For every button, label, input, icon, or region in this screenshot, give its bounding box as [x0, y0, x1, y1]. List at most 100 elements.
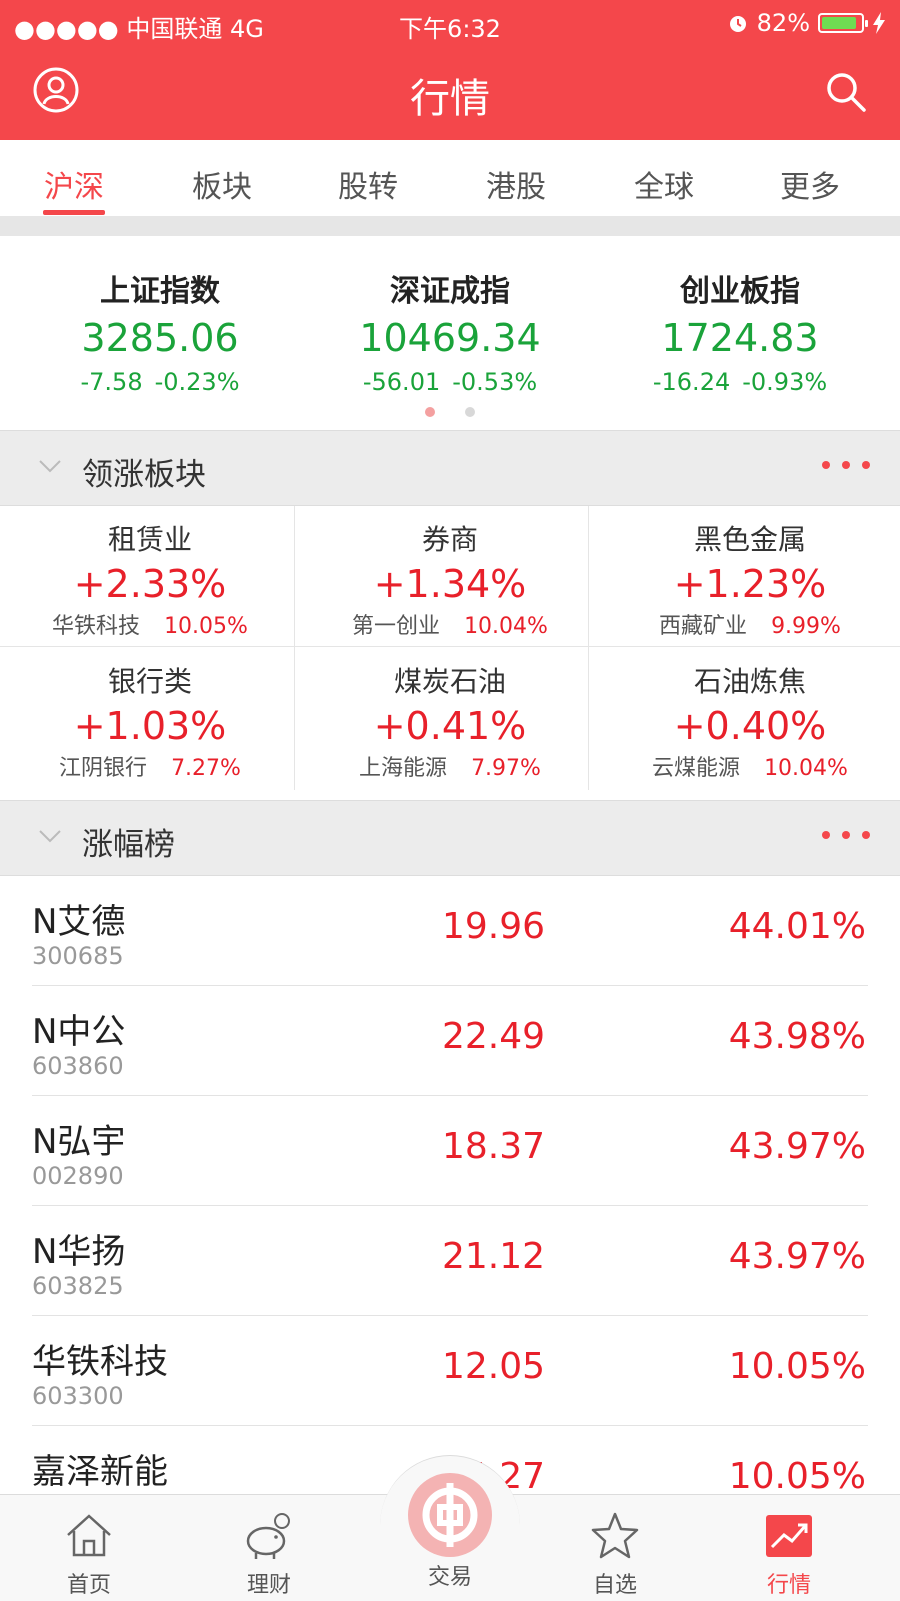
- grid-divider: [0, 646, 900, 647]
- section-leading-sectors[interactable]: 领涨板块: [0, 430, 900, 506]
- sector-leader: 华铁科技 10.05%: [52, 614, 248, 639]
- chevron-down-icon: [39, 830, 61, 843]
- sector-card[interactable]: 黑色金属 +1.23% 西藏矿业 9.99%: [600, 506, 900, 646]
- index-card-sz[interactable]: 深证成指 10469.34 -56.01 -0.53%: [300, 266, 600, 396]
- stock-row[interactable]: N弘宇 002890 18.37 43.97%: [0, 1096, 900, 1206]
- stock-change: 44.01%: [728, 906, 866, 947]
- stock-price: 22.49: [441, 1016, 545, 1057]
- index-carousel[interactable]: 上证指数 3285.06 -7.58 -0.23% 深证成指 10469.34 -…: [0, 236, 900, 430]
- stock-code: 300685: [32, 942, 124, 970]
- stock-code: 002890: [32, 1162, 124, 1190]
- sector-change: +1.03%: [73, 704, 227, 748]
- sector-grid: 租赁业 +2.33% 华铁科技 10.05% 券商 +1.34% 第一创业 10.0…: [0, 506, 900, 798]
- tab-sectors[interactable]: 板块: [162, 162, 282, 206]
- stock-code: 603300: [32, 1382, 124, 1410]
- stock-price: 18.37: [441, 1126, 545, 1167]
- tab-hushen[interactable]: 沪深: [14, 162, 134, 206]
- nav-label: 首页: [66, 1573, 111, 1598]
- sector-change: +0.40%: [673, 704, 827, 748]
- tab-more[interactable]: 更多: [750, 162, 870, 206]
- sector-leader: 第一创业 10.04%: [352, 614, 548, 639]
- index-name: 上证指数: [100, 274, 220, 309]
- piggy-bank-icon: [246, 1513, 290, 1559]
- index-change: -56.01 -0.53%: [362, 368, 538, 396]
- tab-hk[interactable]: 港股: [456, 162, 576, 206]
- sector-change: +2.33%: [73, 562, 227, 606]
- stock-change: 10.05%: [728, 1346, 866, 1387]
- index-card-sh[interactable]: 上证指数 3285.06 -7.58 -0.23%: [10, 266, 310, 396]
- sector-change: +0.41%: [373, 704, 527, 748]
- trend-chart-icon: [766, 1515, 812, 1557]
- more-icon[interactable]: [822, 831, 870, 839]
- stock-change: 10.05%: [728, 1456, 866, 1496]
- star-icon: [591, 1512, 639, 1559]
- sector-card[interactable]: 石油炼焦 +0.40% 云煤能源 10.04%: [600, 648, 900, 788]
- index-card-cyb[interactable]: 创业板指 1724.83 -16.24 -0.93%: [590, 266, 890, 396]
- page-dot: [464, 407, 475, 417]
- index-change: -7.58 -0.23%: [80, 368, 240, 396]
- sector-card[interactable]: 券商 +1.34% 第一创业 10.04%: [300, 506, 600, 646]
- sector-card[interactable]: 租赁业 +2.33% 华铁科技 10.05%: [0, 506, 300, 646]
- sector-name: 煤炭石油: [393, 665, 506, 698]
- stock-row[interactable]: N华扬 603825 21.12 43.97%: [0, 1206, 900, 1316]
- stock-row[interactable]: N艾德 300685 19.96 44.01%: [0, 876, 900, 986]
- stock-change: 43.97%: [728, 1126, 866, 1167]
- sector-name: 券商: [421, 523, 478, 556]
- sector-name: 石油炼焦: [693, 665, 806, 698]
- tab-neeq[interactable]: 股转: [308, 162, 428, 206]
- stock-name: N中公: [32, 1012, 126, 1052]
- index-name: 创业板指: [680, 274, 800, 309]
- market-tabs: 沪深 板块 股转 港股 全球 更多: [0, 140, 900, 216]
- chevron-down-icon: [39, 460, 61, 473]
- page-title: 行情: [410, 76, 490, 122]
- sector-card[interactable]: 银行类 +1.03% 江阴银行 7.27%: [0, 648, 300, 788]
- nav-trade[interactable]: 交易: [395, 1465, 505, 1591]
- stock-name: N艾德: [32, 902, 126, 942]
- nav-label: 行情: [766, 1573, 811, 1598]
- stock-change: 43.98%: [728, 1016, 866, 1057]
- page-indicator: [0, 402, 900, 421]
- index-value: 3285.06: [81, 316, 239, 360]
- header-bar: ●●●●● 中国联通 4G 下午6:32 82% 行情: [0, 0, 900, 140]
- nav-label: 自选: [592, 1573, 637, 1598]
- stock-name: N华扬: [32, 1232, 126, 1272]
- nav-home[interactable]: 首页: [34, 1509, 144, 1599]
- bank-logo-icon: [408, 1473, 492, 1557]
- page-dot-active: [425, 407, 436, 417]
- more-icon[interactable]: [822, 461, 870, 469]
- stock-row[interactable]: N中公 603860 22.49 43.98%: [0, 986, 900, 1096]
- search-icon[interactable]: [824, 70, 868, 114]
- tab-global[interactable]: 全球: [604, 162, 724, 206]
- grid-divider: [294, 506, 295, 790]
- sector-leader: 西藏矿业 9.99%: [659, 614, 841, 639]
- index-change: -16.24 -0.93%: [652, 368, 828, 396]
- section-title: 领涨板块: [82, 457, 206, 493]
- sector-name: 银行类: [107, 665, 192, 698]
- sector-leader: 江阴银行 7.27%: [59, 756, 241, 781]
- active-tab-indicator: [43, 210, 105, 215]
- sector-card[interactable]: 煤炭石油 +0.41% 上海能源 7.97%: [300, 648, 600, 788]
- stock-row[interactable]: 华铁科技 603300 12.05 10.05%: [0, 1316, 900, 1426]
- stock-name: 嘉泽新能: [32, 1452, 168, 1492]
- nav-label: 理财: [246, 1573, 291, 1598]
- alarm-icon: [729, 16, 746, 32]
- nav-label: 交易: [427, 1565, 472, 1590]
- nav-wealth[interactable]: 理财: [214, 1509, 324, 1599]
- gainers-list: N艾德 300685 19.96 44.01% N中公 603860 22.49…: [0, 876, 900, 1496]
- stock-code: 603825: [32, 1272, 124, 1300]
- section-title: 涨幅榜: [82, 827, 175, 863]
- index-value: 1724.83: [661, 316, 819, 360]
- sector-name: 黑色金属: [693, 523, 806, 556]
- nav-watchlist[interactable]: 自选: [560, 1509, 670, 1599]
- home-icon: [67, 1514, 111, 1557]
- stock-change: 43.97%: [728, 1236, 866, 1277]
- sector-change: +1.34%: [373, 562, 527, 606]
- nav-market[interactable]: 行情: [734, 1509, 844, 1599]
- battery-status: 82%: [727, 9, 886, 37]
- sector-change: +1.23%: [673, 562, 827, 606]
- stock-price: 19.96: [441, 906, 545, 947]
- section-top-gainers[interactable]: 涨幅榜: [0, 800, 900, 876]
- bottom-nav: 首页 理财 交易 自选 行情: [0, 1455, 900, 1601]
- sector-leader: 云煤能源 10.04%: [652, 756, 848, 781]
- stock-name: N弘宇: [32, 1122, 126, 1162]
